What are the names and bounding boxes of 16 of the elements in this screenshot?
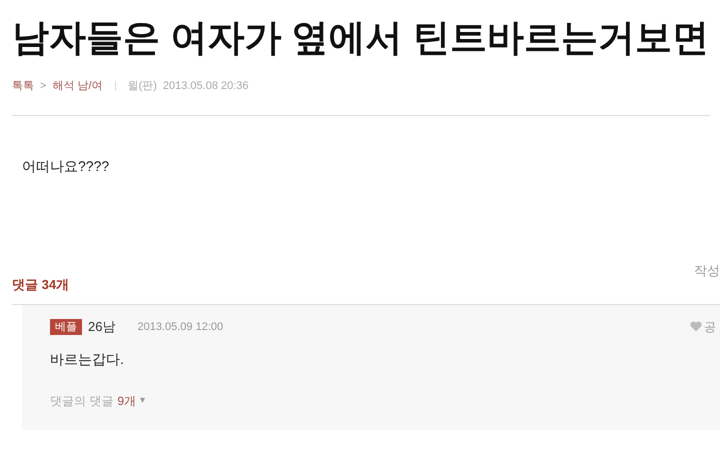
breadcrumb-separator: > [40,79,46,94]
comment-author: 26남 [88,318,116,336]
sort-option[interactable]: 작성 [694,260,720,280]
category-link[interactable]: 톡톡 [12,78,34,94]
heart-icon [690,321,702,332]
replies-toggle[interactable]: 댓글의 댓글 9개 ▾ [50,392,146,410]
board-link[interactable]: 해석 남/여 [52,78,103,94]
post-title: 남자들은 여자가 옆에서 틴트바르는거보면 [12,16,710,60]
comment-date: 2013.05.09 12:00 [137,320,224,334]
comment-count: 댓글 34개 [12,276,70,294]
like-button[interactable]: 공 [690,318,716,336]
author-name: 윌(판) [128,79,157,94]
post-date: 2013.05.08 20:36 [162,79,249,94]
post-body: 어떠나요???? [22,156,110,176]
best-badge: 베플 [50,318,82,335]
comment-text: 바르는갑다. [50,350,125,368]
